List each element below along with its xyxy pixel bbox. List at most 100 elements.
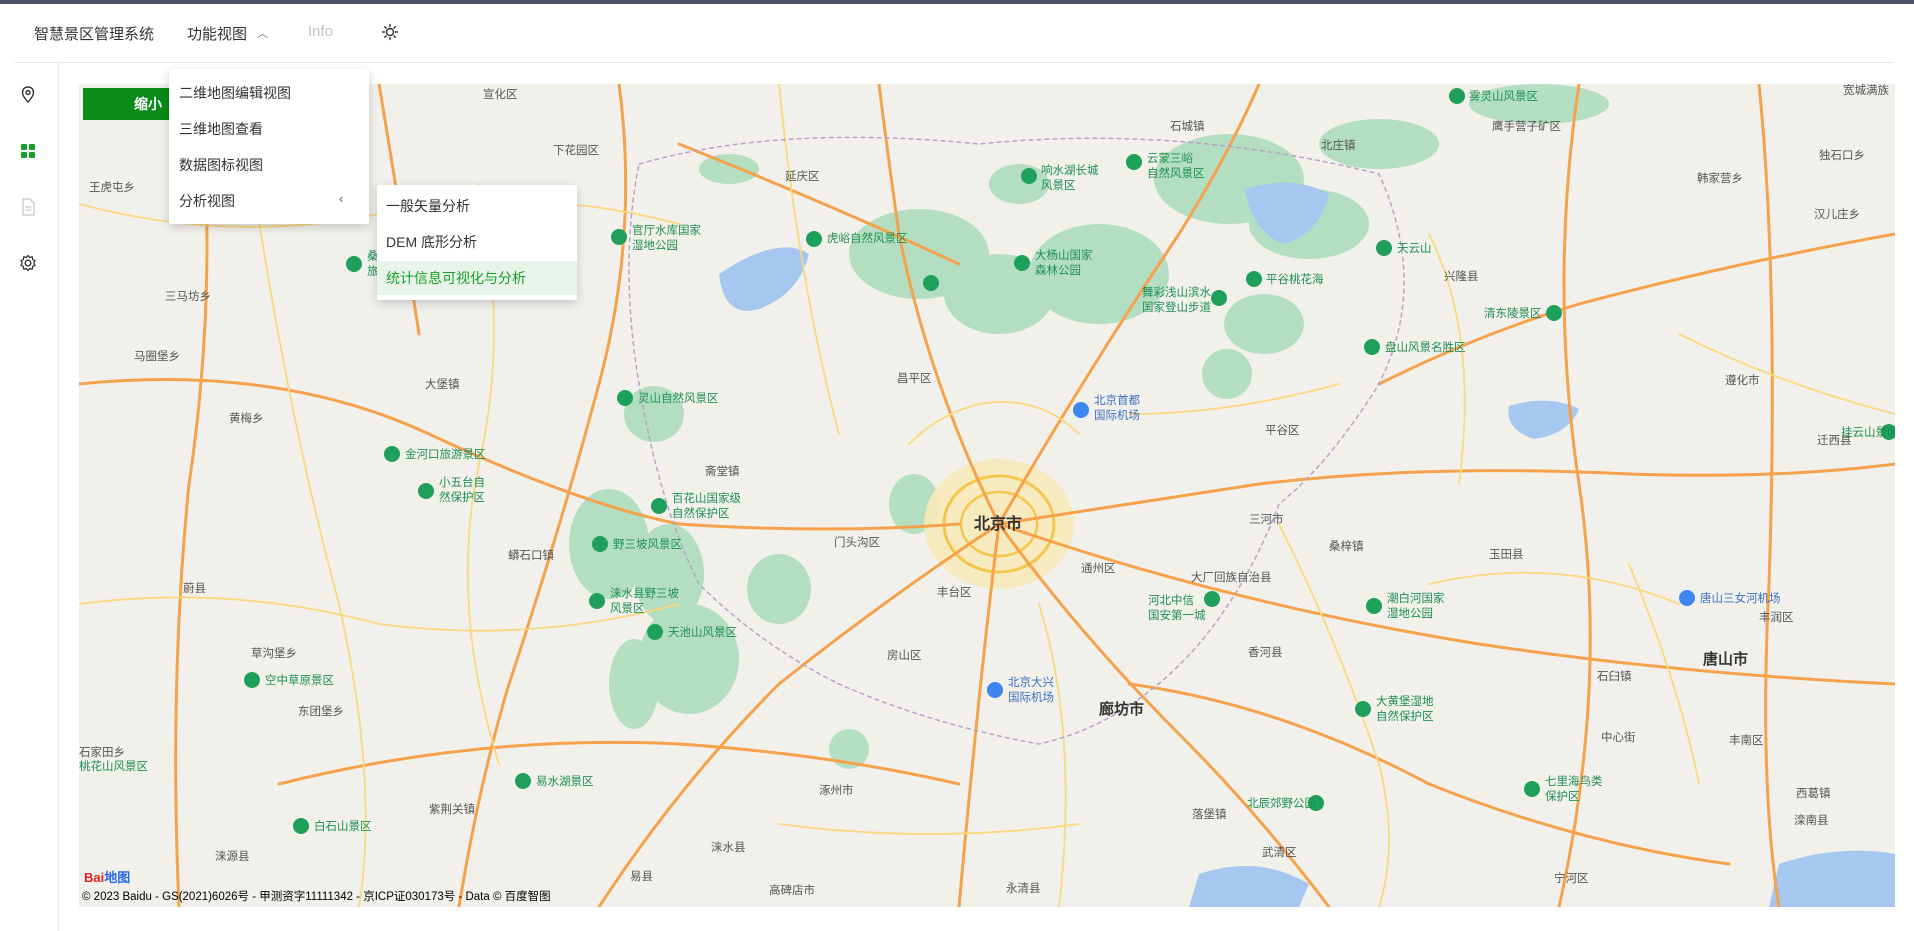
label-chaobaihe: 潮白河国家 xyxy=(1387,591,1445,605)
chevron-left-icon: ‹ xyxy=(339,191,344,206)
label-chaobaihe2: 湿地公园 xyxy=(1387,607,1433,620)
label-beizhuang: 北庄镇 xyxy=(1321,138,1356,152)
label-zhaitang: 斋堂镇 xyxy=(705,464,740,478)
label-capital-airport2: 国际机场 xyxy=(1094,408,1140,422)
label-wulingshan: 雾灵山风景区 xyxy=(1469,90,1538,103)
label-laishui: 涞水县 xyxy=(711,841,746,854)
label-pingguthx: 平谷桃花海 xyxy=(1266,272,1324,286)
label-tianyunshan: 天云山 xyxy=(1397,242,1432,255)
label-yanqing: 延庆区 xyxy=(785,169,820,183)
label-daxing-airport2: 国际机场 xyxy=(1008,690,1054,704)
label-shicheng: 石城镇 xyxy=(1170,119,1205,133)
label-taohuashan: 桃花山风景区 xyxy=(79,759,148,773)
label-guanting2: 湿地公园 xyxy=(632,239,678,252)
label-fengrun: 丰润区 xyxy=(1759,610,1794,624)
label-xiaowutai: 小五台自 xyxy=(439,475,485,489)
analysis-submenu: 一般矢量分析 DEM 底形分析 统计信息可视化与分析 xyxy=(377,185,577,300)
label-shijiatian: 石家田乡 xyxy=(79,745,125,759)
label-sannvhe-airport: 唐山三女河机场 xyxy=(1700,591,1781,605)
label-wucai: 舞彩浅山滨水 xyxy=(1142,285,1211,299)
label-hanerzhuang: 汉儿庄乡 xyxy=(1814,207,1860,221)
label-dushikou: 独石口乡 xyxy=(1819,148,1865,162)
menu-function-label: 功能视图 xyxy=(187,26,248,43)
label-jinhekou: 金河口旅游景区 xyxy=(405,447,486,461)
label-ninghe: 宁河区 xyxy=(1554,871,1589,885)
label-yongqing: 永清县 xyxy=(1006,881,1041,895)
label-dabao: 大堡镇 xyxy=(425,377,460,391)
location-pin-icon[interactable] xyxy=(17,84,39,106)
label-qingdongling: 清东陵景区 xyxy=(1484,307,1542,320)
label-kongzhong: 空中草原景区 xyxy=(265,673,334,687)
menu-item-analysis[interactable]: 分析视图 ‹ xyxy=(179,191,343,211)
submenu-dem-analysis[interactable]: DEM 底形分析 xyxy=(377,225,577,259)
sidebar xyxy=(0,62,59,931)
label-dachang: 大厂回族自治县 xyxy=(1191,570,1272,584)
submenu-vector-analysis[interactable]: 一般矢量分析 xyxy=(377,189,577,223)
label-yingshouying: 鹰手营子矿区 xyxy=(1492,119,1561,133)
label-zhongxin2: 国安第一城 xyxy=(1148,608,1206,622)
label-fangshan: 房山区 xyxy=(887,649,922,662)
label-xiahuayuan: 下花园区 xyxy=(553,144,599,157)
sun-icon[interactable] xyxy=(380,22,400,42)
label-mentougou: 门头沟区 xyxy=(834,535,880,549)
label-luannan: 滦南县 xyxy=(1794,813,1829,827)
label-zhongxin: 河北中信 xyxy=(1148,594,1194,607)
label-pinggu: 平谷区 xyxy=(1265,424,1300,437)
dashboard-grid-icon[interactable] xyxy=(17,140,39,162)
label-baihuashan: 百花山国家级 xyxy=(672,491,741,505)
label-huangmei: 黄梅乡 xyxy=(229,411,264,425)
label-dahuangbao2: 自然保护区 xyxy=(1376,709,1434,723)
label-yunmeng2: 自然风景区 xyxy=(1147,166,1205,180)
label-qilihai: 七里海鸟类 xyxy=(1545,774,1603,788)
label-dayangshan: 大杨山国家 xyxy=(1035,248,1093,262)
label-laiyuan: 涞源县 xyxy=(215,849,250,863)
label-panshan: 盘山风景名胜区 xyxy=(1385,340,1466,354)
label-yixian: 易县 xyxy=(630,870,653,883)
label-capital-airport: 北京首都 xyxy=(1094,393,1140,407)
app-title: 智慧景区管理系统 xyxy=(34,26,155,43)
label-sanhe: 三河市 xyxy=(1249,512,1284,526)
label-yunmeng: 云蒙三峪 xyxy=(1147,152,1193,165)
label-wucai2: 国家登山步道 xyxy=(1142,300,1211,314)
function-view-dropdown: 二维地图编辑视图 三维地图查看 数据图标视图 分析视图 ‹ xyxy=(169,69,369,224)
label-tianchishan: 天池山风景区 xyxy=(668,626,737,639)
menu-item-3d-view[interactable]: 三维地图查看 xyxy=(179,119,263,139)
label-xiaowutai2: 然保护区 xyxy=(439,490,485,504)
menu-function-view[interactable]: 功能视图 ︿ xyxy=(187,23,268,44)
baidu-logo: Bai地图 xyxy=(84,870,131,885)
label-majuanbao: 马圈堡乡 xyxy=(134,349,180,363)
menu-item-2d-edit[interactable]: 二维地图编辑视图 xyxy=(179,83,291,103)
menu-item-data-chart[interactable]: 数据图标视图 xyxy=(179,155,263,175)
label-baihuashan2: 自然保护区 xyxy=(672,506,730,520)
label-baishishan: 白石山景区 xyxy=(314,819,372,833)
document-icon[interactable] xyxy=(17,196,39,218)
label-xiangshuihu2: 风景区 xyxy=(1041,179,1076,192)
menu-info[interactable]: Info xyxy=(308,23,333,40)
chevron-up-icon: ︿ xyxy=(257,28,269,40)
label-fengtai: 丰台区 xyxy=(937,585,972,599)
gear-icon[interactable] xyxy=(17,252,39,274)
submenu-stats-visualization[interactable]: 统计信息可视化与分析 xyxy=(377,261,577,295)
label-dongtuanbao: 东团堡乡 xyxy=(298,704,344,718)
app-header: 智慧景区管理系统 功能视图 ︿ Info xyxy=(14,4,1894,63)
label-zunhua: 遵化市 xyxy=(1725,373,1760,387)
label-zijingguan: 紫荆关镇 xyxy=(429,802,475,816)
label-daxing-airport: 北京大兴 xyxy=(1008,675,1054,689)
label-xige: 西葛镇 xyxy=(1796,786,1831,800)
label-lingshan: 灵山自然风景区 xyxy=(638,391,719,405)
label-xianghe: 香河县 xyxy=(1248,646,1283,659)
label-yutian: 玉田县 xyxy=(1489,548,1524,561)
label-guanting: 官厅水库国家 xyxy=(632,223,701,237)
label-luopu: 落堡镇 xyxy=(1192,807,1227,821)
label-sangzi: 桑梓镇 xyxy=(1329,539,1364,553)
label-laishuiysp2: 风景区 xyxy=(610,602,645,615)
label-zhuozhou: 涿州市 xyxy=(819,783,854,797)
label-zhongxin: 中心街 xyxy=(1601,730,1636,744)
label-shijiu: 石臼镇 xyxy=(1597,669,1632,683)
label-sanmafang: 三马坊乡 xyxy=(165,289,211,303)
label-kuancheng: 宽城满族 xyxy=(1843,84,1889,97)
menu-item-label: 分析视图 xyxy=(179,193,235,209)
label-gaobeidian: 高碑店市 xyxy=(769,883,815,897)
label-xiangshuihu: 响水湖长城 xyxy=(1041,163,1099,177)
label-tongzhou: 通州区 xyxy=(1081,562,1116,575)
